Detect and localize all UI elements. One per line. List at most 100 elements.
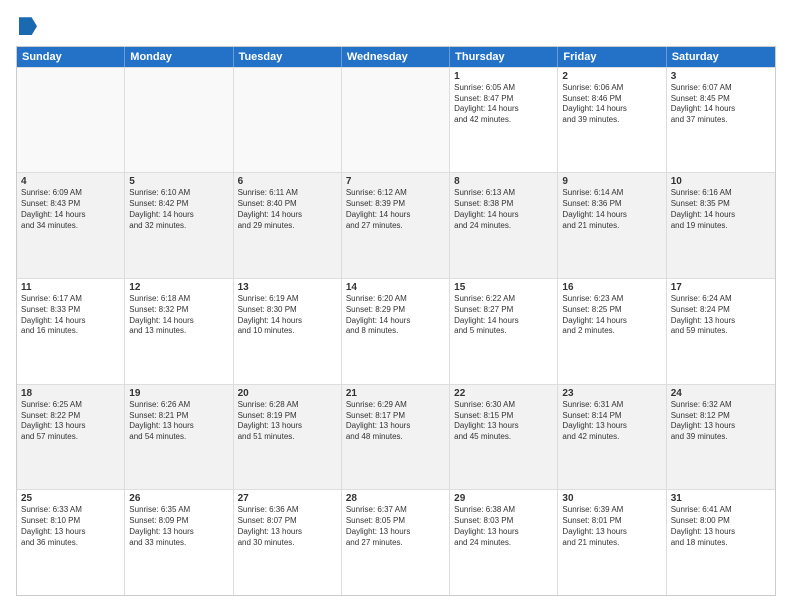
cell-text: Sunrise: 6:12 AMSunset: 8:39 PMDaylight:… bbox=[346, 188, 445, 231]
cal-cell: 15Sunrise: 6:22 AMSunset: 8:27 PMDayligh… bbox=[450, 279, 558, 384]
calendar-header: SundayMondayTuesdayWednesdayThursdayFrid… bbox=[17, 47, 775, 67]
cell-text: Sunrise: 6:38 AMSunset: 8:03 PMDaylight:… bbox=[454, 505, 553, 548]
day-number: 22 bbox=[454, 388, 553, 399]
cell-text: Sunrise: 6:14 AMSunset: 8:36 PMDaylight:… bbox=[562, 188, 661, 231]
cal-cell: 24Sunrise: 6:32 AMSunset: 8:12 PMDayligh… bbox=[667, 385, 775, 490]
day-number: 25 bbox=[21, 493, 120, 504]
cal-cell: 28Sunrise: 6:37 AMSunset: 8:05 PMDayligh… bbox=[342, 490, 450, 595]
cal-cell: 10Sunrise: 6:16 AMSunset: 8:35 PMDayligh… bbox=[667, 173, 775, 278]
cal-cell: 23Sunrise: 6:31 AMSunset: 8:14 PMDayligh… bbox=[558, 385, 666, 490]
cal-cell: 25Sunrise: 6:33 AMSunset: 8:10 PMDayligh… bbox=[17, 490, 125, 595]
cell-text: Sunrise: 6:13 AMSunset: 8:38 PMDaylight:… bbox=[454, 188, 553, 231]
cell-text: Sunrise: 6:32 AMSunset: 8:12 PMDaylight:… bbox=[671, 400, 771, 443]
cell-text: Sunrise: 6:25 AMSunset: 8:22 PMDaylight:… bbox=[21, 400, 120, 443]
cell-text: Sunrise: 6:19 AMSunset: 8:30 PMDaylight:… bbox=[238, 294, 337, 337]
cell-text: Sunrise: 6:31 AMSunset: 8:14 PMDaylight:… bbox=[562, 400, 661, 443]
cell-text: Sunrise: 6:23 AMSunset: 8:25 PMDaylight:… bbox=[562, 294, 661, 337]
cal-header-cell: Thursday bbox=[450, 47, 558, 67]
cal-cell: 18Sunrise: 6:25 AMSunset: 8:22 PMDayligh… bbox=[17, 385, 125, 490]
cal-row: 11Sunrise: 6:17 AMSunset: 8:33 PMDayligh… bbox=[17, 278, 775, 384]
day-number: 11 bbox=[21, 282, 120, 293]
cell-text: Sunrise: 6:41 AMSunset: 8:00 PMDaylight:… bbox=[671, 505, 771, 548]
cell-text: Sunrise: 6:28 AMSunset: 8:19 PMDaylight:… bbox=[238, 400, 337, 443]
cal-cell bbox=[342, 68, 450, 173]
day-number: 23 bbox=[562, 388, 661, 399]
calendar-body: 1Sunrise: 6:05 AMSunset: 8:47 PMDaylight… bbox=[17, 67, 775, 595]
day-number: 8 bbox=[454, 176, 553, 187]
cell-text: Sunrise: 6:37 AMSunset: 8:05 PMDaylight:… bbox=[346, 505, 445, 548]
day-number: 24 bbox=[671, 388, 771, 399]
day-number: 16 bbox=[562, 282, 661, 293]
cell-text: Sunrise: 6:17 AMSunset: 8:33 PMDaylight:… bbox=[21, 294, 120, 337]
calendar: SundayMondayTuesdayWednesdayThursdayFrid… bbox=[16, 46, 776, 596]
cal-cell: 13Sunrise: 6:19 AMSunset: 8:30 PMDayligh… bbox=[234, 279, 342, 384]
cal-cell: 7Sunrise: 6:12 AMSunset: 8:39 PMDaylight… bbox=[342, 173, 450, 278]
cell-text: Sunrise: 6:30 AMSunset: 8:15 PMDaylight:… bbox=[454, 400, 553, 443]
cal-cell: 29Sunrise: 6:38 AMSunset: 8:03 PMDayligh… bbox=[450, 490, 558, 595]
cal-cell: 1Sunrise: 6:05 AMSunset: 8:47 PMDaylight… bbox=[450, 68, 558, 173]
day-number: 29 bbox=[454, 493, 553, 504]
cal-cell: 9Sunrise: 6:14 AMSunset: 8:36 PMDaylight… bbox=[558, 173, 666, 278]
day-number: 3 bbox=[671, 71, 771, 82]
cal-cell: 16Sunrise: 6:23 AMSunset: 8:25 PMDayligh… bbox=[558, 279, 666, 384]
cal-cell bbox=[17, 68, 125, 173]
cell-text: Sunrise: 6:22 AMSunset: 8:27 PMDaylight:… bbox=[454, 294, 553, 337]
cal-cell: 27Sunrise: 6:36 AMSunset: 8:07 PMDayligh… bbox=[234, 490, 342, 595]
day-number: 28 bbox=[346, 493, 445, 504]
day-number: 31 bbox=[671, 493, 771, 504]
cal-cell: 31Sunrise: 6:41 AMSunset: 8:00 PMDayligh… bbox=[667, 490, 775, 595]
cal-cell: 12Sunrise: 6:18 AMSunset: 8:32 PMDayligh… bbox=[125, 279, 233, 384]
cal-cell: 5Sunrise: 6:10 AMSunset: 8:42 PMDaylight… bbox=[125, 173, 233, 278]
cal-header-cell: Saturday bbox=[667, 47, 775, 67]
cell-text: Sunrise: 6:05 AMSunset: 8:47 PMDaylight:… bbox=[454, 83, 553, 126]
day-number: 14 bbox=[346, 282, 445, 293]
day-number: 15 bbox=[454, 282, 553, 293]
day-number: 17 bbox=[671, 282, 771, 293]
day-number: 20 bbox=[238, 388, 337, 399]
cal-row: 18Sunrise: 6:25 AMSunset: 8:22 PMDayligh… bbox=[17, 384, 775, 490]
cell-text: Sunrise: 6:33 AMSunset: 8:10 PMDaylight:… bbox=[21, 505, 120, 548]
day-number: 12 bbox=[129, 282, 228, 293]
day-number: 30 bbox=[562, 493, 661, 504]
cal-cell: 11Sunrise: 6:17 AMSunset: 8:33 PMDayligh… bbox=[17, 279, 125, 384]
day-number: 9 bbox=[562, 176, 661, 187]
logo-icon bbox=[19, 17, 37, 35]
cal-cell bbox=[234, 68, 342, 173]
cell-text: Sunrise: 6:20 AMSunset: 8:29 PMDaylight:… bbox=[346, 294, 445, 337]
cal-header-cell: Tuesday bbox=[234, 47, 342, 67]
cal-cell: 4Sunrise: 6:09 AMSunset: 8:43 PMDaylight… bbox=[17, 173, 125, 278]
cell-text: Sunrise: 6:24 AMSunset: 8:24 PMDaylight:… bbox=[671, 294, 771, 337]
cal-cell: 8Sunrise: 6:13 AMSunset: 8:38 PMDaylight… bbox=[450, 173, 558, 278]
cell-text: Sunrise: 6:11 AMSunset: 8:40 PMDaylight:… bbox=[238, 188, 337, 231]
cal-cell: 19Sunrise: 6:26 AMSunset: 8:21 PMDayligh… bbox=[125, 385, 233, 490]
cell-text: Sunrise: 6:16 AMSunset: 8:35 PMDaylight:… bbox=[671, 188, 771, 231]
day-number: 27 bbox=[238, 493, 337, 504]
cal-header-cell: Monday bbox=[125, 47, 233, 67]
day-number: 6 bbox=[238, 176, 337, 187]
cal-cell: 17Sunrise: 6:24 AMSunset: 8:24 PMDayligh… bbox=[667, 279, 775, 384]
cal-cell: 21Sunrise: 6:29 AMSunset: 8:17 PMDayligh… bbox=[342, 385, 450, 490]
day-number: 10 bbox=[671, 176, 771, 187]
cell-text: Sunrise: 6:09 AMSunset: 8:43 PMDaylight:… bbox=[21, 188, 120, 231]
cal-row: 1Sunrise: 6:05 AMSunset: 8:47 PMDaylight… bbox=[17, 67, 775, 173]
cell-text: Sunrise: 6:10 AMSunset: 8:42 PMDaylight:… bbox=[129, 188, 228, 231]
cal-cell: 3Sunrise: 6:07 AMSunset: 8:45 PMDaylight… bbox=[667, 68, 775, 173]
cal-row: 4Sunrise: 6:09 AMSunset: 8:43 PMDaylight… bbox=[17, 172, 775, 278]
header bbox=[16, 16, 776, 36]
cal-header-cell: Friday bbox=[558, 47, 666, 67]
cal-header-cell: Wednesday bbox=[342, 47, 450, 67]
cal-cell bbox=[125, 68, 233, 173]
cell-text: Sunrise: 6:36 AMSunset: 8:07 PMDaylight:… bbox=[238, 505, 337, 548]
cell-text: Sunrise: 6:07 AMSunset: 8:45 PMDaylight:… bbox=[671, 83, 771, 126]
day-number: 1 bbox=[454, 71, 553, 82]
day-number: 19 bbox=[129, 388, 228, 399]
day-number: 13 bbox=[238, 282, 337, 293]
day-number: 21 bbox=[346, 388, 445, 399]
cell-text: Sunrise: 6:26 AMSunset: 8:21 PMDaylight:… bbox=[129, 400, 228, 443]
cal-cell: 2Sunrise: 6:06 AMSunset: 8:46 PMDaylight… bbox=[558, 68, 666, 173]
day-number: 5 bbox=[129, 176, 228, 187]
cal-row: 25Sunrise: 6:33 AMSunset: 8:10 PMDayligh… bbox=[17, 489, 775, 595]
day-number: 26 bbox=[129, 493, 228, 504]
day-number: 7 bbox=[346, 176, 445, 187]
page: SundayMondayTuesdayWednesdayThursdayFrid… bbox=[0, 0, 792, 612]
